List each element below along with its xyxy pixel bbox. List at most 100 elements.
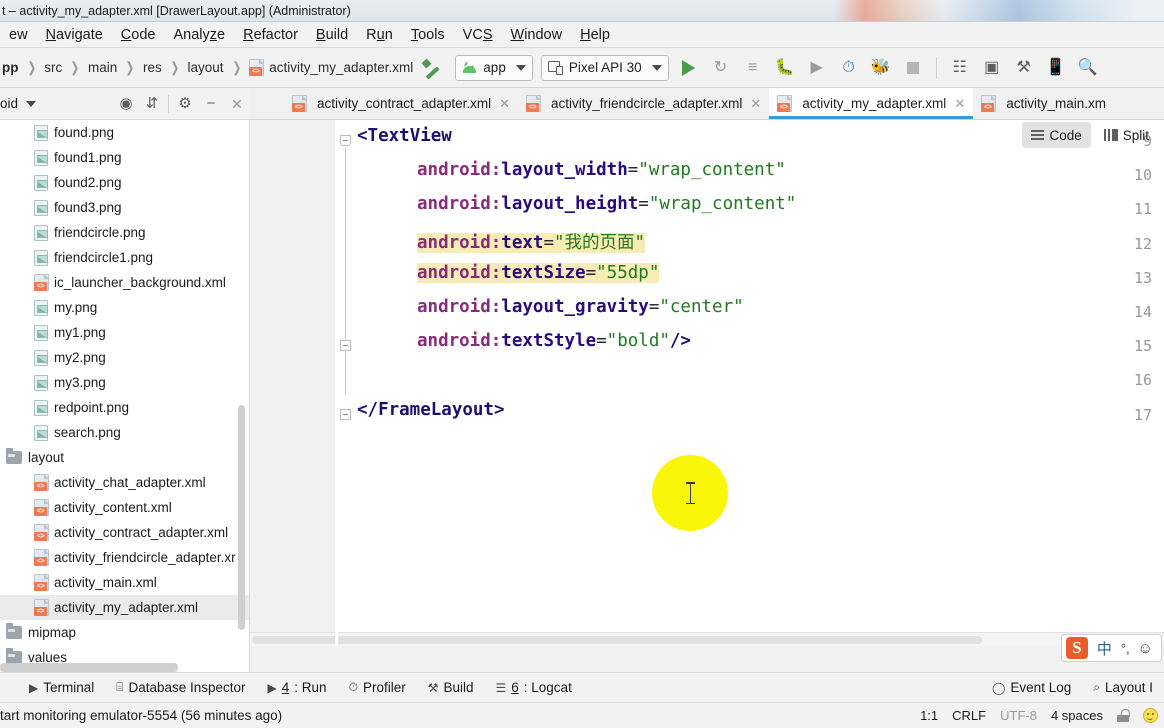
tree-item[interactable]: ic_launcher_background.xml xyxy=(0,270,249,295)
menu-refactor[interactable]: Refactor xyxy=(234,26,307,44)
tool-window-layouti[interactable]: ⌕ Layout I xyxy=(1082,680,1164,695)
editor-tab-3[interactable]: activity_main.xm xyxy=(973,88,1114,119)
tree-item[interactable]: mipmap xyxy=(0,620,249,645)
project-tree[interactable]: found.png found1.png found2.png found3.png f… xyxy=(0,120,250,672)
hide-icon[interactable]: − xyxy=(198,91,224,117)
device-selector[interactable]: Pixel API 30 xyxy=(540,54,669,81)
editor-tab-2[interactable]: activity_my_adapter.xml ✕ xyxy=(769,88,974,119)
line-separator[interactable]: CRLF xyxy=(952,708,986,723)
editor-tab-0[interactable]: activity_contract_adapter.xml ✕ xyxy=(284,88,518,119)
ime-mode-toggle[interactable]: 中 xyxy=(1097,638,1112,659)
tree-item[interactable]: my1.png xyxy=(0,320,249,345)
breadcrumb-item-1[interactable]: src xyxy=(42,60,64,75)
breadcrumb-item-0[interactable]: pp xyxy=(0,60,21,75)
run-button[interactable] xyxy=(673,53,705,83)
debug-button[interactable]: 🐛 xyxy=(769,53,801,83)
tree-vertical-scrollbar[interactable] xyxy=(238,405,245,630)
smiley-icon[interactable] xyxy=(1143,708,1158,723)
chevron-down-icon[interactable] xyxy=(26,100,37,107)
tree-item[interactable]: activity_contract_adapter.xml xyxy=(0,520,249,545)
tree-item[interactable]: my.png xyxy=(0,295,249,320)
device-file-explorer-button[interactable]: 📱 xyxy=(1040,53,1072,83)
breadcrumb-item-2[interactable]: main xyxy=(86,60,119,75)
apply-changes-button[interactable]: ≡ xyxy=(737,53,769,83)
tool-window-run[interactable]: ▶ 4: Run xyxy=(257,680,338,695)
tree-item[interactable]: found2.png xyxy=(0,170,249,195)
fold-marker[interactable] xyxy=(340,340,351,352)
menu-help[interactable]: Help xyxy=(571,26,619,44)
stop-button[interactable] xyxy=(897,53,929,83)
menu-navigate[interactable]: Navigate xyxy=(37,26,112,44)
tree-item[interactable]: found.png xyxy=(0,120,249,145)
fold-marker[interactable] xyxy=(340,135,351,146)
code-line[interactable]: android:textSize="55dp" xyxy=(357,262,660,283)
breadcrumb-item-3[interactable]: res xyxy=(141,60,164,75)
menu-window[interactable]: Window xyxy=(502,26,572,44)
avd-manager-button[interactable]: ▣ xyxy=(976,53,1008,83)
run-configuration-selector[interactable]: app xyxy=(455,54,533,81)
tool-window-databaseinspector[interactable]: ⌸ Database Inspector xyxy=(105,680,256,695)
lock-icon[interactable] xyxy=(1117,709,1130,722)
settings-gear-icon[interactable]: ⚙ xyxy=(172,91,198,117)
collapse-all-icon[interactable]: ⇵ xyxy=(139,91,165,117)
code-folding-rail[interactable] xyxy=(335,120,357,640)
code-line[interactable]: android:text="我的页面" xyxy=(357,229,646,254)
tab-code[interactable]: Code xyxy=(1022,122,1091,148)
breadcrumb-item-5[interactable]: activity_my_adapter.xml xyxy=(247,59,415,76)
close-icon[interactable]: ✕ xyxy=(499,96,510,112)
tool-window-logcat[interactable]: ☰ 6: Logcat xyxy=(485,680,583,695)
indent-setting[interactable]: 4 spaces xyxy=(1051,708,1103,723)
make-project-icon[interactable] xyxy=(420,55,446,81)
editor-scrollbar-thumb[interactable] xyxy=(252,636,982,644)
tree-item[interactable]: search.png xyxy=(0,420,249,445)
tool-window-terminal[interactable]: ▶ Terminal xyxy=(18,680,105,695)
search-button[interactable]: 🔍 xyxy=(1072,53,1104,83)
caret-position[interactable]: 1:1 xyxy=(920,708,938,723)
tree-item[interactable]: activity_friendcircle_adapter.xr xyxy=(0,545,249,570)
menu-code[interactable]: Code xyxy=(112,26,165,44)
ime-punctuation-toggle[interactable]: °, xyxy=(1121,641,1130,656)
tab-split[interactable]: Split xyxy=(1095,122,1158,148)
tree-item[interactable]: found3.png xyxy=(0,195,249,220)
close-icon[interactable]: ✕ xyxy=(750,96,761,112)
code-line[interactable]: android:layout_height="wrap_content" xyxy=(357,194,796,214)
editor-horizontal-scrollbar[interactable] xyxy=(250,632,1164,646)
tree-item[interactable]: friendcircle.png xyxy=(0,220,249,245)
tree-item[interactable]: my2.png xyxy=(0,345,249,370)
code-line[interactable]: </FrameLayout> xyxy=(357,400,505,420)
tree-item[interactable]: my3.png xyxy=(0,370,249,395)
close-icon[interactable]: ✕ xyxy=(954,96,965,112)
tool-window-build[interactable]: ⚒ Build xyxy=(417,680,485,695)
menu-run[interactable]: Run xyxy=(357,26,402,44)
profiler-button[interactable]: ⏱ xyxy=(833,53,865,83)
menu-vcs[interactable]: VCS xyxy=(454,26,502,44)
ime-emoji-button[interactable]: ☺ xyxy=(1138,640,1153,657)
sdk-manager-button[interactable]: ☷ xyxy=(944,53,976,83)
tree-item[interactable]: found1.png xyxy=(0,145,249,170)
ime-status-bar[interactable]: S 中 °, ☺ xyxy=(1060,634,1162,662)
layout-inspector-button[interactable]: ⚒ xyxy=(1008,53,1040,83)
code-editor[interactable]: 9 <TextView 10 android:layout_width="wrap_c… xyxy=(250,120,1164,640)
rerun-button[interactable]: ↻ xyxy=(705,53,737,83)
close-icon[interactable]: ✕ xyxy=(224,91,250,117)
tree-item[interactable]: friendcircle1.png xyxy=(0,245,249,270)
breadcrumb-item-4[interactable]: layout xyxy=(185,60,225,75)
file-encoding[interactable]: UTF-8 xyxy=(1000,708,1037,723)
code-line[interactable]: <TextView xyxy=(357,126,452,146)
tool-window-eventlog[interactable]: ◯ Event Log xyxy=(981,680,1082,695)
menu-analyze[interactable]: Analyze xyxy=(164,26,234,44)
code-line[interactable]: android:layout_gravity="center" xyxy=(357,297,744,317)
tree-item[interactable]: layout xyxy=(0,445,249,470)
run-with-coverage-button[interactable]: 🐝 xyxy=(865,53,897,83)
fold-marker[interactable] xyxy=(340,408,351,420)
tool-window-profiler[interactable]: ⏱ Profiler xyxy=(338,680,417,695)
menu-tools[interactable]: Tools xyxy=(402,26,454,44)
attach-debugger-button[interactable]: ▶ xyxy=(801,53,833,83)
tree-item-selected[interactable]: activity_my_adapter.xml xyxy=(0,595,249,620)
tree-item[interactable]: activity_chat_adapter.xml xyxy=(0,470,249,495)
tree-item[interactable]: activity_main.xml xyxy=(0,570,249,595)
editor-tab-1[interactable]: activity_friendcircle_adapter.xml ✕ xyxy=(518,88,769,119)
locate-icon[interactable]: ◉ xyxy=(113,91,139,117)
tree-item[interactable]: activity_content.xml xyxy=(0,495,249,520)
tree-item[interactable]: redpoint.png xyxy=(0,395,249,420)
